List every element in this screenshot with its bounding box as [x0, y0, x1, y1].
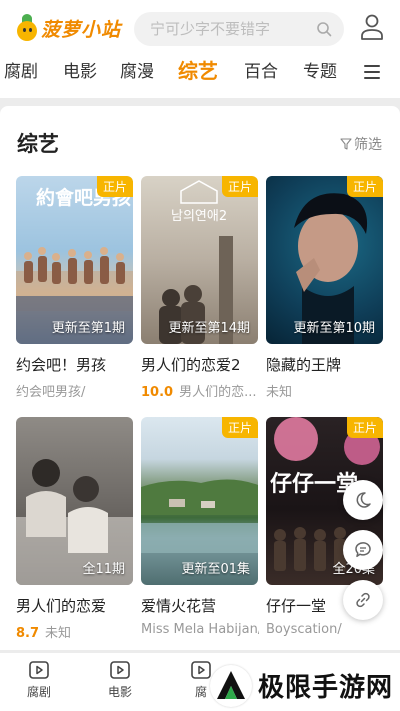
show-poster[interactable]: 正片 更新至01集 — [141, 417, 258, 585]
show-card[interactable]: 全11期 男人们的恋爱 8.7 未知 — [16, 417, 134, 641]
episode-status: 更新至第14期 — [168, 321, 250, 336]
show-subtitle: Miss Mela Habijan/ — [141, 622, 259, 637]
link-icon — [356, 592, 370, 608]
status-badge: 正片 — [96, 176, 133, 197]
nav-item-fuman[interactable]: 腐漫 — [120, 56, 154, 88]
episode-status: 全11期 — [82, 562, 125, 577]
nav-item-dianying[interactable]: 电影 — [63, 56, 97, 88]
tab-label: 腐 — [194, 685, 207, 699]
filter-label: 筛选 — [354, 137, 382, 153]
app-header: 菠萝小站 腐剧 电影 腐漫 综艺 百合 专题 — [0, 0, 400, 98]
tab-fuju[interactable]: 腐剧 — [14, 661, 64, 700]
search-icon[interactable] — [316, 21, 332, 37]
show-subtitle: 约会吧男孩/ — [16, 381, 134, 400]
user-profile-icon[interactable] — [360, 14, 384, 40]
show-title[interactable]: 男人们的恋爱2 — [141, 354, 259, 375]
tab-dianying[interactable]: 电影 — [95, 661, 145, 700]
show-title[interactable]: 约会吧！男孩 — [16, 354, 134, 375]
category-nav: 腐剧 电影 腐漫 综艺 百合 专题 — [0, 56, 400, 90]
pineapple-logo-icon — [16, 14, 38, 42]
show-card[interactable]: 約會吧男孩 正片 更新至第1期 约会吧！男孩 约会吧男孩/ — [16, 176, 134, 400]
episode-status: 更新至第10期 — [293, 321, 375, 336]
filter-icon — [340, 138, 352, 150]
show-alias: 未知 — [266, 385, 293, 400]
filter-button[interactable]: 筛选 — [340, 134, 382, 154]
show-poster[interactable]: 正片 更新至第10期 — [266, 176, 383, 344]
show-title[interactable]: 隐藏的王牌 — [266, 354, 384, 375]
show-title[interactable]: 爱情火花营 — [141, 595, 259, 616]
watermark-text: 极限手游网 — [258, 673, 394, 703]
rating-score: 8.7 — [16, 626, 40, 641]
status-badge: 正片 — [346, 417, 383, 438]
tab-label: 电影 — [107, 685, 132, 699]
episode-status: 更新至第1期 — [51, 321, 125, 336]
show-alias: Miss Mela Habijan/ — [141, 622, 259, 637]
menu-icon[interactable] — [364, 65, 380, 79]
show-poster[interactable]: 約會吧男孩 正片 更新至第1期 — [16, 176, 133, 344]
rating-score: 10.0 — [141, 385, 174, 400]
show-poster[interactable]: 全11期 — [16, 417, 133, 585]
play-icon — [29, 661, 49, 679]
episode-status: 更新至01集 — [181, 562, 250, 577]
share-link-button[interactable] — [343, 580, 383, 620]
poster-overlay-text: 남의연애2 — [171, 209, 227, 224]
moon-icon — [356, 492, 371, 508]
content-panel: 综艺 筛选 約會吧男孩 正片 更新至第1期 约会吧！男孩 约会吧男孩/ 남의연애… — [0, 106, 400, 650]
show-card[interactable]: 남의연애2 正片 更新至第14期 男人们的恋爱2 10.0 男人们的恋... — [141, 176, 259, 400]
nav-item-zongyi[interactable]: 综艺 — [178, 55, 218, 87]
show-card[interactable]: 正片 更新至第10期 隐藏的王牌 未知 — [266, 176, 384, 400]
nav-item-zhuanti[interactable]: 专题 — [303, 56, 337, 88]
search-input[interactable] — [134, 12, 304, 46]
status-badge: 正片 — [221, 417, 258, 438]
show-alias: Boyscation/ — [266, 622, 342, 637]
logo-text: 菠萝小站 — [41, 18, 122, 41]
search-bar[interactable] — [134, 12, 344, 46]
theme-toggle-button[interactable] — [343, 480, 383, 520]
show-alias: 未知 — [45, 626, 72, 641]
show-subtitle: Boyscation/ — [266, 622, 384, 637]
show-title[interactable]: 男人们的恋爱 — [16, 595, 134, 616]
section-title: 综艺 — [17, 132, 59, 156]
show-poster[interactable]: 남의연애2 正片 更新至第14期 — [141, 176, 258, 344]
watermark: 极限手游网 — [210, 660, 400, 711]
watermark-logo-icon — [210, 664, 252, 707]
app-logo[interactable]: 菠萝小站 — [16, 14, 121, 42]
status-badge: 正片 — [221, 176, 258, 197]
show-alias: 约会吧男孩/ — [16, 385, 86, 400]
show-alias: 男人们的恋... — [179, 385, 257, 400]
comment-icon — [355, 542, 371, 558]
play-icon — [110, 661, 130, 679]
status-badge: 正片 — [346, 176, 383, 197]
show-subtitle: 未知 — [266, 381, 384, 400]
play-icon — [191, 661, 211, 679]
nav-item-fuju[interactable]: 腐剧 — [4, 56, 38, 88]
show-card[interactable]: 正片 更新至01集 爱情火花营 Miss Mela Habijan/ — [141, 417, 259, 637]
comment-button[interactable] — [343, 530, 383, 570]
tab-label: 腐剧 — [26, 685, 51, 699]
show-subtitle: 10.0 男人们的恋... — [141, 381, 259, 400]
show-subtitle: 8.7 未知 — [16, 622, 134, 641]
nav-item-baihe[interactable]: 百合 — [244, 56, 278, 88]
